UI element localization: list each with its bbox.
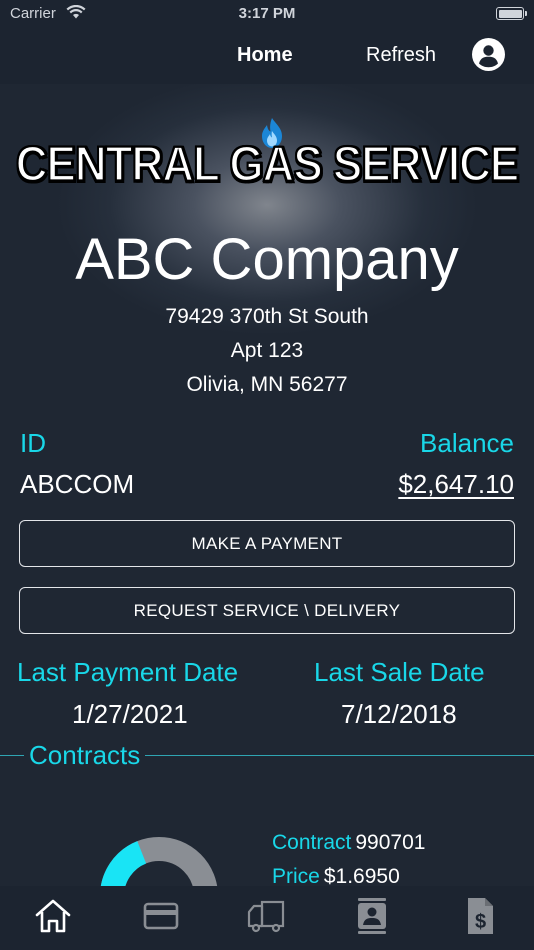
- account-circle-icon[interactable]: [472, 38, 505, 71]
- nav-home-link[interactable]: Home: [237, 44, 293, 67]
- contract-value: 990701: [355, 831, 426, 854]
- contract-label: Contract: [272, 831, 352, 854]
- last-sale-label: Last Sale Date: [314, 657, 485, 687]
- delivery-truck-icon[interactable]: [246, 896, 286, 936]
- id-label: ID: [20, 428, 46, 458]
- address-line-1: 79429 370th St South: [165, 305, 369, 328]
- balance-link[interactable]: $2,647.10: [398, 469, 514, 500]
- nav-refresh-button[interactable]: Refresh: [366, 44, 436, 67]
- address-line-3: Olivia, MN 56277: [186, 373, 348, 396]
- last-payment-value: 1/27/2021: [72, 699, 188, 729]
- tab-bar: $: [0, 886, 534, 950]
- make-payment-button[interactable]: MAKE A PAYMENT: [19, 520, 515, 567]
- contract-row[interactable]: Contract 990701: [272, 831, 425, 855]
- price-label: Price: [272, 865, 320, 888]
- svg-text:$: $: [475, 911, 486, 933]
- address-line-2: Apt 123: [230, 339, 304, 362]
- status-time: 3:17 PM: [238, 5, 296, 22]
- contact-card-icon[interactable]: [352, 896, 392, 936]
- id-value: ABCCOM: [20, 469, 135, 499]
- company-name: ABC Company: [75, 227, 459, 292]
- battery-icon: [496, 7, 527, 20]
- home-icon[interactable]: [33, 896, 73, 936]
- nav-bar: Home Refresh: [0, 28, 534, 84]
- brand-logo: CENTRAL GAS SERVICE: [15, 136, 521, 193]
- contracts-title: Contracts: [24, 740, 146, 771]
- price-value: $1.6950: [323, 865, 400, 888]
- credit-card-icon[interactable]: [141, 896, 181, 936]
- status-bar: Carrier 3:17 PM: [0, 0, 534, 28]
- app-screen: Carrier 3:17 PM Home Refresh CENTRAL GAS…: [0, 0, 534, 950]
- balance-label: Balance: [420, 428, 514, 458]
- last-payment-label: Last Payment Date: [17, 657, 239, 687]
- invoice-dollar-icon[interactable]: $: [460, 896, 500, 936]
- request-service-button[interactable]: REQUEST SERVICE \ DELIVERY: [19, 587, 515, 634]
- last-sale-value: 7/12/2018: [341, 699, 457, 729]
